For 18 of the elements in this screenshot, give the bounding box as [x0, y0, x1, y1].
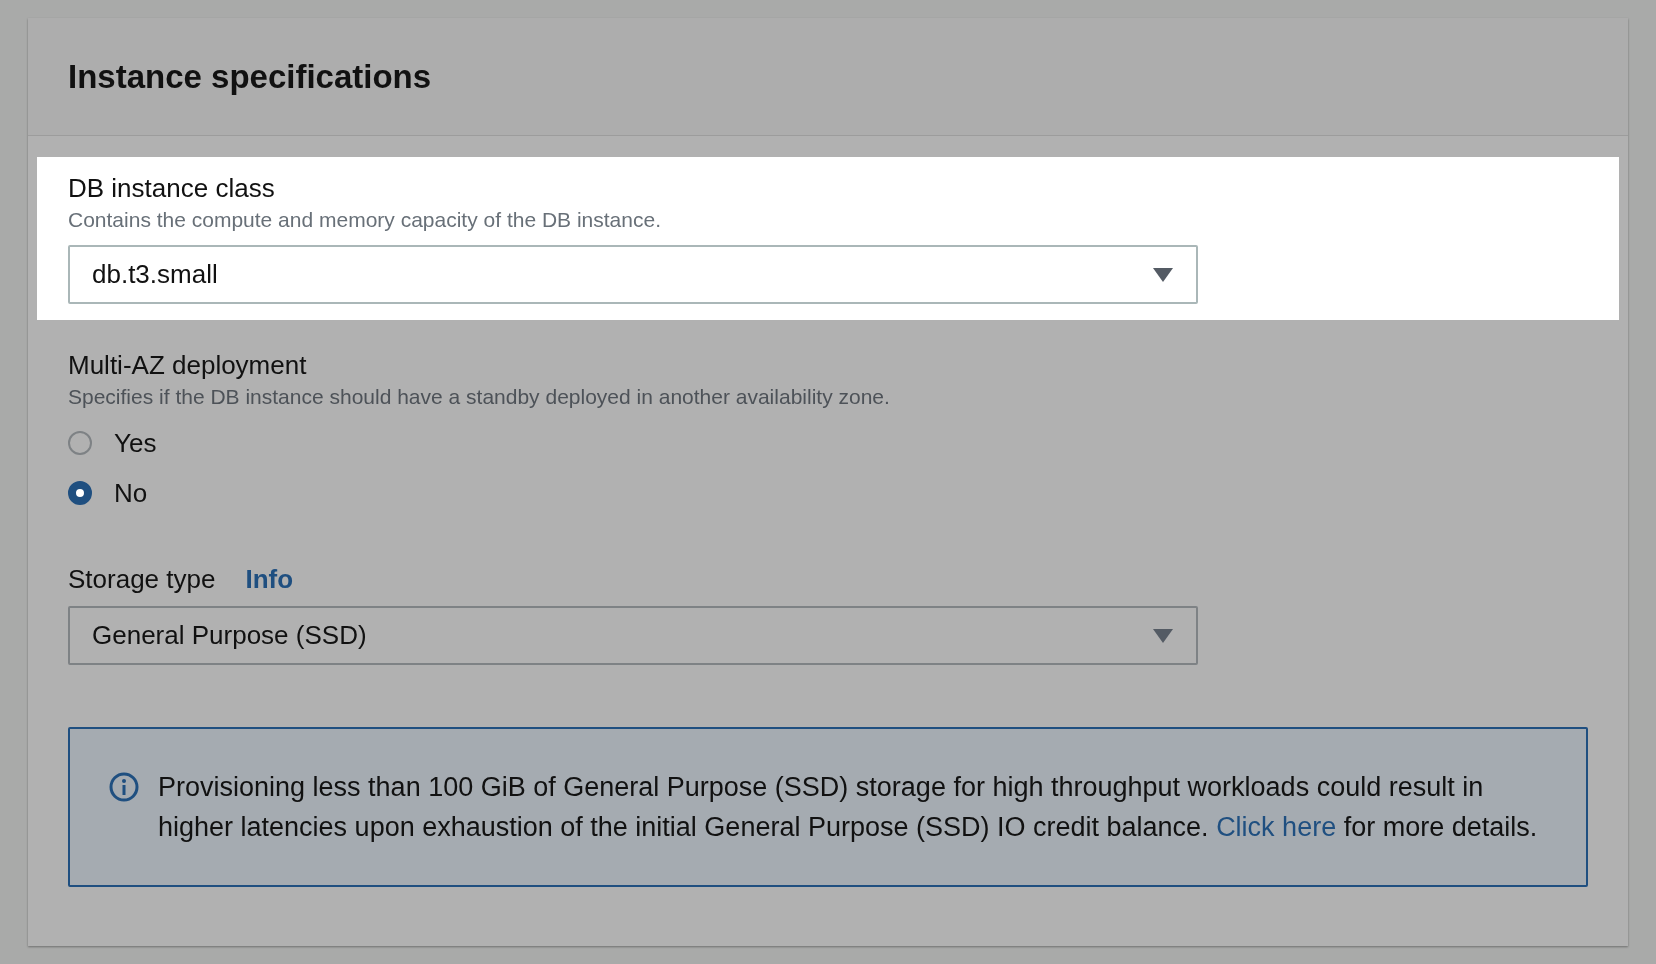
- alert-message: Provisioning less than 100 GiB of General Purpose (SSD) storage for high throughput workloads could result in higher latencies upon exhaustion of the initial General Purpose (SSD) IO credit balance. Click here for more details.: [158, 771, 1539, 844]
- info-link[interactable]: Info: [245, 564, 294, 595]
- select-dropdown[interactable]: General Purpose (SSD): [68, 606, 1198, 665]
- radio-button[interactable]: [68, 481, 92, 505]
- caret-icon: [1152, 627, 1174, 644]
- radio-label: Yes: [114, 427, 157, 459]
- field-label: DB instance class: [68, 172, 275, 205]
- click-here-link[interactable]: Click here: [1216, 812, 1337, 842]
- field-description: Contains the compute and memory capacity of the DB instance.: [68, 207, 662, 233]
- info-icon: [108, 771, 140, 803]
- select-dropdown[interactable]: db.t3.small: [68, 245, 1198, 304]
- field-label: Multi-AZ deployment: [68, 349, 307, 382]
- field-label: Storage type: [68, 563, 216, 596]
- radio-label: No: [114, 477, 148, 509]
- caret-icon: [1152, 266, 1174, 283]
- field-description: Specifies if the DB instance should have a standby deployed in another availability zone.: [68, 384, 891, 410]
- radio-button[interactable]: [68, 431, 92, 455]
- panel-title: Instance specifications: [68, 57, 432, 96]
